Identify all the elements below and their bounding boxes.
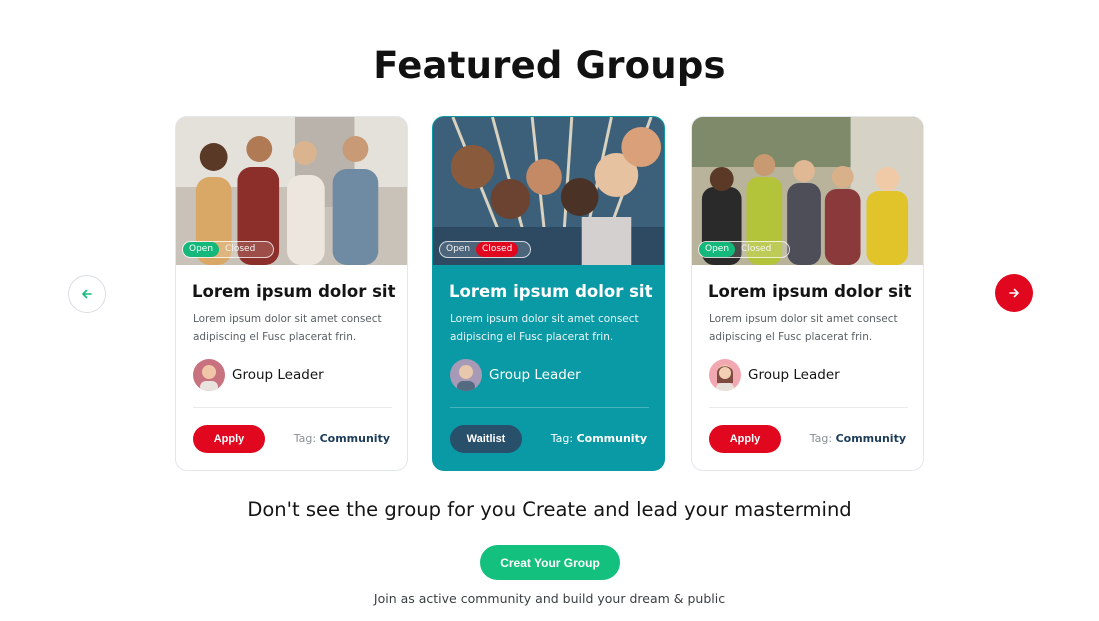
arrow-right-icon [1009, 288, 1019, 298]
status-closed[interactable]: Closed [735, 242, 777, 257]
status-closed[interactable]: Closed [219, 242, 261, 257]
group-card-featured: Open Closed Lorem ipsum dolor sit Lorem … [432, 116, 665, 471]
apply-button[interactable]: Apply [193, 425, 265, 453]
tag-value[interactable]: Community [836, 432, 906, 445]
carousel-next-button[interactable] [995, 274, 1033, 312]
tag-value[interactable]: Community [577, 432, 647, 445]
card-description: Lorem ipsum dolor sit amet consect adipi… [709, 313, 898, 343]
status-toggle[interactable]: Open Closed [439, 241, 531, 258]
card-title: Lorem ipsum dolor sit [708, 282, 912, 301]
leader-name: Group Leader [232, 367, 324, 383]
cta-subtext: Join as active community and build your … [373, 591, 726, 606]
tag-value[interactable]: Community [320, 432, 390, 445]
cta-heading: Don't see the group for you Create and l… [247, 498, 852, 521]
divider [450, 407, 649, 408]
waitlist-button[interactable]: Waitlist [450, 425, 522, 453]
status-open[interactable]: Open [183, 242, 220, 257]
status-closed[interactable]: Closed [476, 242, 519, 257]
group-leader: Group Leader [193, 359, 324, 391]
tag-label: Tag: [809, 432, 833, 445]
group-leader: Group Leader [450, 359, 581, 391]
group-card: Open Closed Lorem ipsum dolor sit Lorem … [175, 116, 408, 471]
section-title: Featured Groups [373, 44, 726, 87]
status-toggle[interactable]: Open Closed [182, 241, 274, 258]
tag: Tag: Community [294, 432, 390, 445]
group-leader: Group Leader [709, 359, 840, 391]
leader-name: Group Leader [489, 367, 581, 383]
avatar [709, 359, 741, 391]
tag: Tag: Community [551, 432, 647, 445]
status-open[interactable]: Open [699, 242, 736, 257]
status-toggle[interactable]: Open Closed [698, 241, 790, 258]
card-title: Lorem ipsum dolor sit [449, 282, 653, 301]
divider [193, 407, 392, 408]
arrow-left-icon [82, 289, 92, 299]
status-open[interactable]: Open [440, 242, 476, 257]
card-description: Lorem ipsum dolor sit amet consect adipi… [450, 313, 639, 343]
tag-label: Tag: [293, 432, 317, 445]
tag-label: Tag: [550, 432, 574, 445]
avatar [450, 359, 482, 391]
card-title: Lorem ipsum dolor sit [192, 282, 396, 301]
avatar [193, 359, 225, 391]
card-description: Lorem ipsum dolor sit amet consect adipi… [193, 313, 382, 343]
leader-name: Group Leader [748, 367, 840, 383]
tag: Tag: Community [810, 432, 906, 445]
divider [709, 407, 908, 408]
carousel-prev-button[interactable] [68, 275, 106, 313]
create-group-button[interactable]: Creat Your Group [480, 545, 620, 580]
apply-button[interactable]: Apply [709, 425, 781, 453]
group-card: Open Closed Lorem ipsum dolor sit Lorem … [691, 116, 924, 471]
